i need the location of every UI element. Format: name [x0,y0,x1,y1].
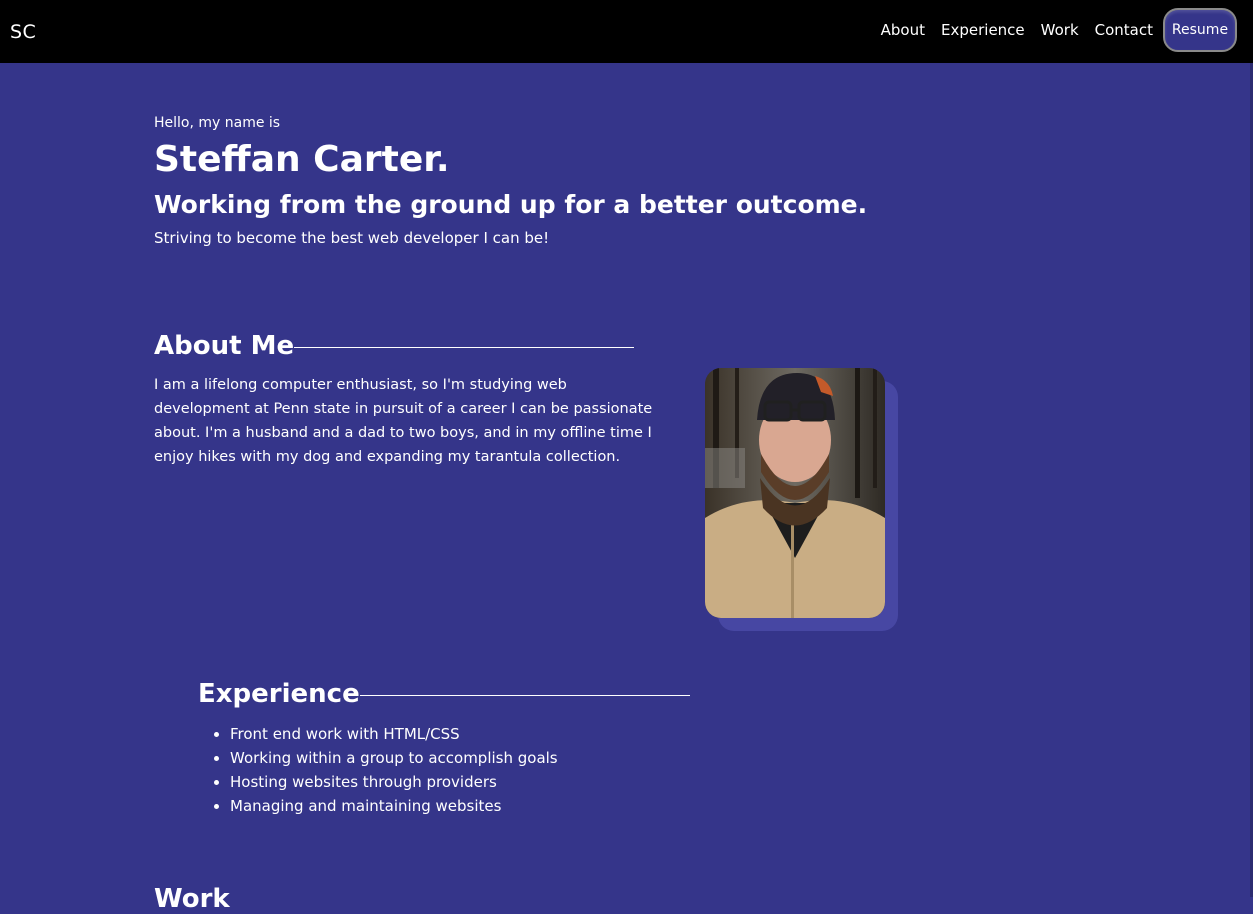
experience-item: Front end work with HTML/CSS [230,722,558,746]
nav-link-experience[interactable]: Experience [941,10,1025,50]
experience-item: Hosting websites through providers [230,770,558,794]
about-heading-text: About Me [154,331,295,361]
hero-subline: Striving to become the best web develope… [154,229,550,247]
nav-link-about[interactable]: About [881,10,925,50]
about-text: I am a lifelong computer enthusiast, so … [154,377,653,465]
profile-photo [705,368,885,618]
nav-link-contact[interactable]: Contact [1095,10,1153,50]
hero-name: Steffan Carter. [154,139,450,180]
experience-list: Front end work with HTML/CSS Working wit… [198,722,558,818]
hero-greeting: Hello, my name is [154,115,281,131]
profile-photo-image [705,368,885,618]
resume-button[interactable]: Resume [1163,8,1237,52]
nav-links: About Experience Work Contact Resume [881,8,1237,52]
hero-tagline: Working from the ground up for a better … [154,190,868,219]
hero-section: Hello, my name is Steffan Carter. Workin… [154,115,867,247]
work-heading: Work [154,884,230,914]
nav-link-work[interactable]: Work [1041,10,1079,50]
experience-item: Working within a group to accomplish goa… [230,746,558,770]
site-logo[interactable]: SC [10,21,36,43]
experience-heading: Experience [198,679,690,709]
experience-item: Managing and maintaining websites [230,794,558,818]
experience-heading-text: Experience [198,679,360,709]
about-heading: About Me [154,331,635,361]
navbar: SC About Experience Work Contact Resume [0,0,1253,63]
about-heading-divider [294,346,635,348]
experience-heading-divider [359,694,690,696]
